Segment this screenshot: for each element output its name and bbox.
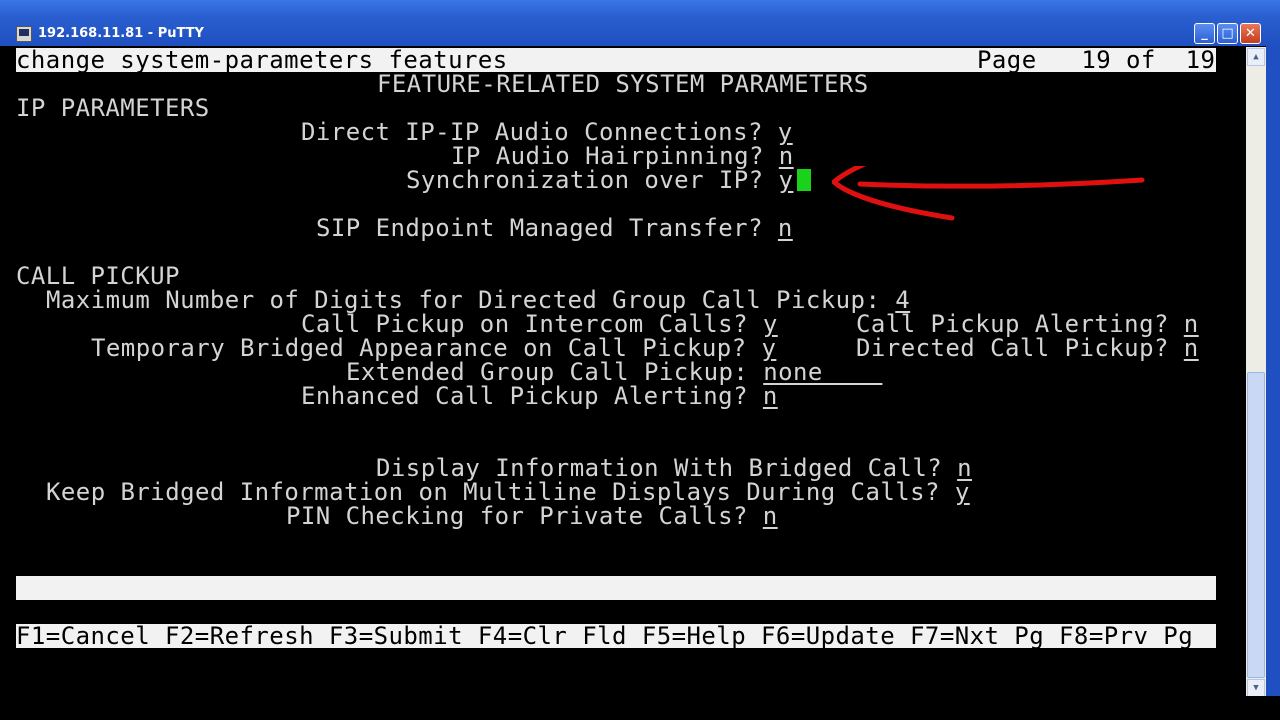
enhanced-alerting-field[interactable]: n [763,382,778,410]
arrow-head-stroke [832,166,955,221]
close-button[interactable]: ✕ [1240,23,1261,44]
enhanced-alerting-label: Enhanced Call Pickup Alerting? [301,382,748,410]
extended-group-row: Extended Group Call Pickup: none [346,360,882,384]
scrollbar-thumb[interactable] [1247,372,1265,678]
directed-pickup-row: Directed Call Pickup? n [856,336,1199,360]
window-frame-bottom [0,696,1280,720]
window-frame-left [0,46,12,720]
fkey-f7-next-page[interactable]: F7=Nxt Pg [910,622,1044,650]
hairpinning-row: IP Audio Hairpinning? n [451,144,794,168]
page-total: 19 [1185,46,1216,74]
fkey-f6-update[interactable]: F6=Update [761,622,895,650]
call-pickup-heading: CALL PICKUP [16,262,180,290]
sip-transfer-field[interactable]: n [778,214,793,242]
temp-bridged-row: Temporary Bridged Appearance on Call Pic… [91,336,776,360]
page-indicator: Page 19 of 19 [977,46,1216,74]
message-line [16,576,1216,600]
window-titlebar[interactable]: 192.168.11.81 - PuTTY _ □ ✕ [0,0,1280,46]
pin-checking-label: PIN Checking for Private Calls? [286,502,748,530]
pickup-alerting-row: Call Pickup Alerting? n [856,312,1199,336]
minimize-button[interactable]: _ [1194,23,1215,44]
function-key-bar: F1=Cancel F2=Refresh F3=Submit F4=Clr Fl… [16,624,1216,648]
fkey-f8-prev-page[interactable]: F8=Prv Pg [1059,622,1193,650]
sip-transfer-label: SIP Endpoint Managed Transfer? [316,214,763,242]
scroll-up-arrow-icon[interactable]: ▲ [1247,48,1265,66]
fkey-f2-refresh[interactable]: F2=Refresh [165,622,314,650]
fkey-f1-cancel[interactable]: F1=Cancel [16,622,150,650]
arrow-shaft-stroke [857,177,1145,189]
keep-bridged-row: Keep Bridged Information on Multiline Di… [46,480,970,504]
pin-checking-field[interactable]: n [763,502,778,530]
scroll-down-arrow-icon[interactable]: ▼ [1247,679,1265,697]
pin-checking-row: PIN Checking for Private Calls? n [286,504,778,528]
display-info-bridged-row: Display Information With Bridged Call? n [376,456,972,480]
keep-bridged-field[interactable]: y [955,478,970,506]
intercom-pickup-row: Call Pickup on Intercom Calls? y [301,312,778,336]
form-title: FEATURE-RELATED SYSTEM PARAMETERS [377,70,869,98]
page-label: Page [977,46,1037,74]
red-arrow-annotation [832,166,1145,221]
page-current: 19 [1081,46,1112,74]
fkey-f3-submit[interactable]: F3=Submit [329,622,463,650]
directed-pickup-label: Directed Call Pickup? [856,334,1169,362]
putty-app-icon[interactable] [16,26,32,42]
fkey-f4-clear-field[interactable]: F4=Clr Fld [478,622,627,650]
sync-over-ip-row: Synchronization over IP? y [406,168,793,192]
window-title: 192.168.11.81 - PuTTY [38,26,204,41]
sync-over-ip-field[interactable]: y [779,166,794,194]
directed-pickup-field[interactable]: n [1184,334,1199,362]
window-frame-right [1266,46,1280,720]
enhanced-alerting-row: Enhanced Call Pickup Alerting? n [301,384,778,408]
vertical-scrollbar[interactable]: ▲ ▼ [1246,47,1266,698]
ip-parameters-heading: IP PARAMETERS [16,94,210,122]
fkey-f5-help[interactable]: F5=Help [642,622,746,650]
maximize-button[interactable]: □ [1217,23,1238,44]
terminal-screen[interactable]: change system-parameters features Page 1… [12,46,1246,696]
extended-group-field[interactable]: none [763,358,882,386]
terminal-cursor [797,169,811,191]
page-of: of [1126,46,1156,74]
max-digits-row: Maximum Number of Digits for Directed Gr… [46,288,910,312]
direct-ip-ip-row: Direct IP-IP Audio Connections? y [301,120,793,144]
sync-over-ip-label: Synchronization over IP? [406,166,764,194]
sip-transfer-row: SIP Endpoint Managed Transfer? n [316,216,793,240]
